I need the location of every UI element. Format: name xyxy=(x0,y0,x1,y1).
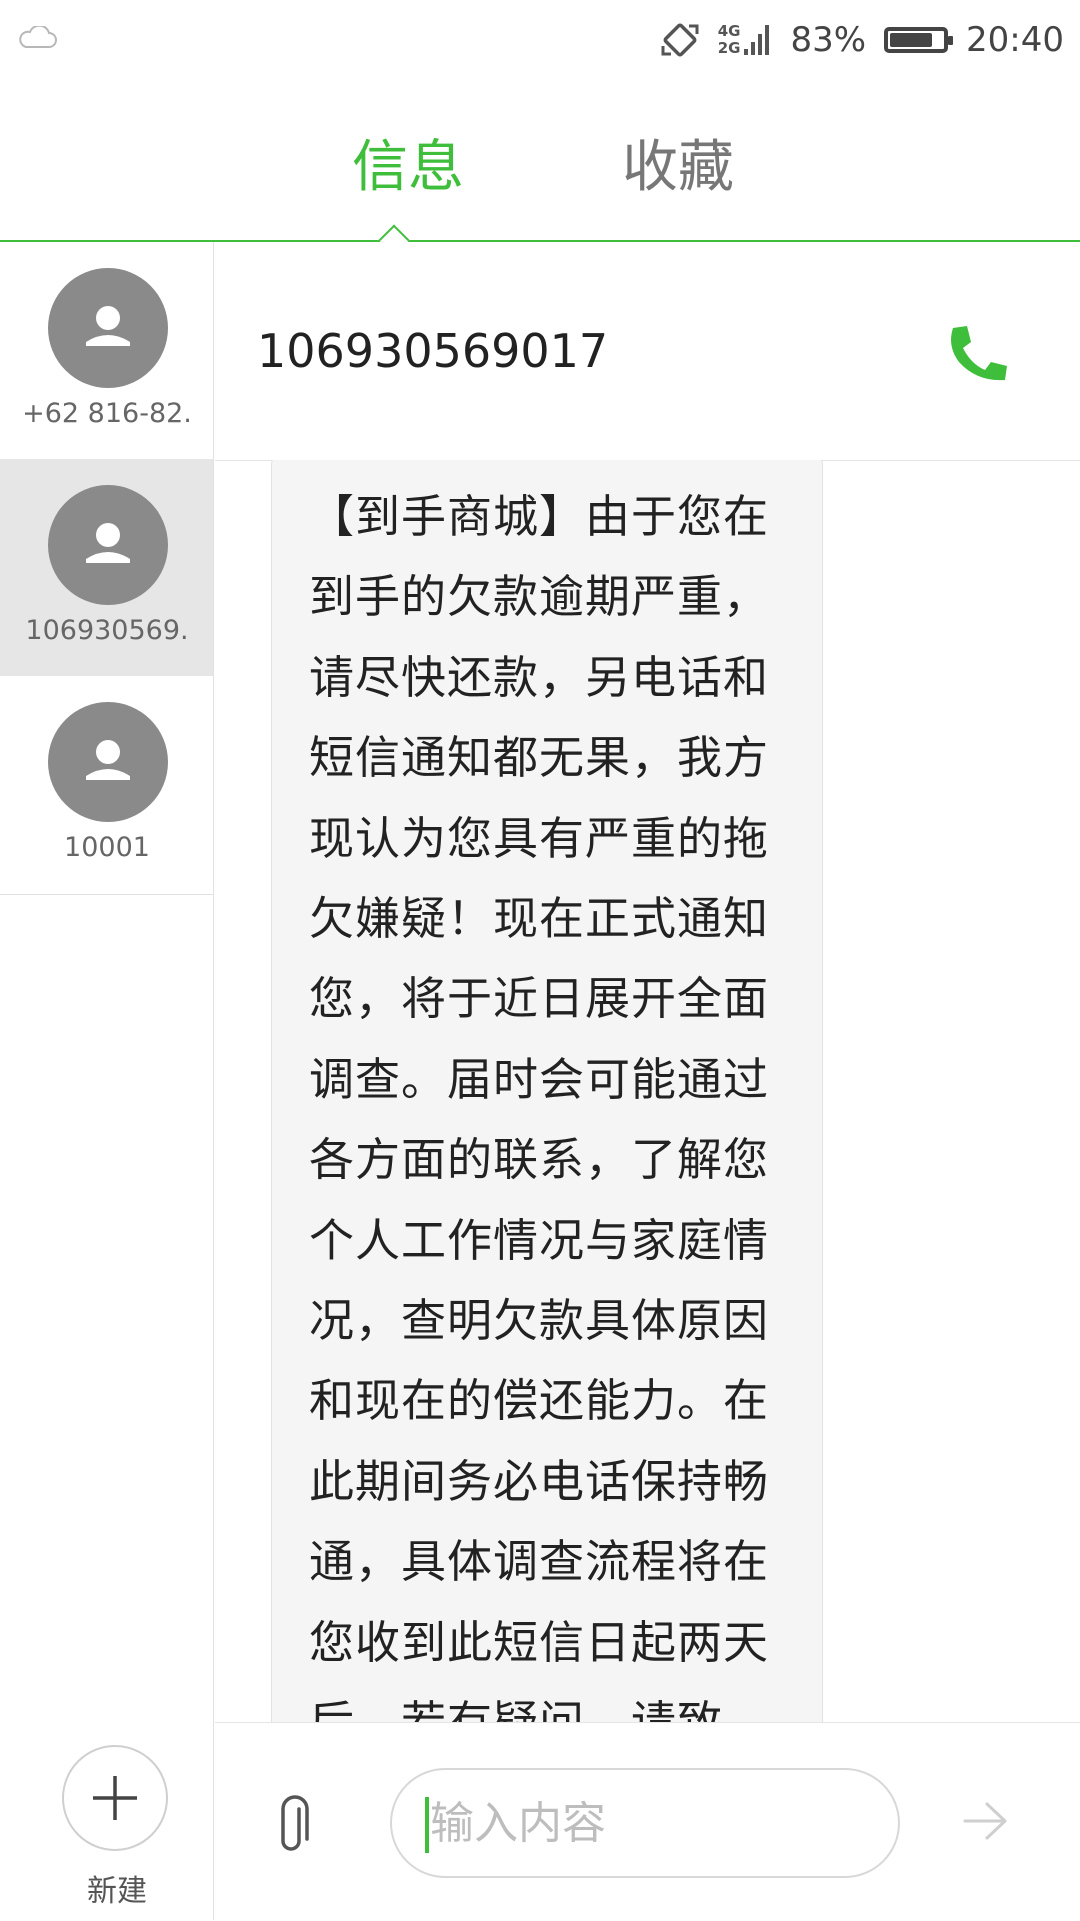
status-bar: 4G 2G 83% 20:40 xyxy=(0,0,1080,80)
cloud-icon xyxy=(19,26,57,48)
conversation-name: +62 816-82. xyxy=(22,398,192,429)
conversation-item[interactable]: +62 816-82. xyxy=(0,242,213,459)
avatar xyxy=(48,268,168,388)
tab-messages[interactable]: 信息 xyxy=(352,122,464,203)
battery-percent: 83% xyxy=(790,20,867,60)
person-icon xyxy=(86,306,130,346)
message-bubble[interactable]: 【到手商城】由于您在到手的欠款逾期严重，请尽快还款，另电话和短信通知都无果，我方… xyxy=(271,460,823,1722)
text-cursor xyxy=(425,1797,429,1853)
network-type-top: 4G xyxy=(717,22,741,40)
network-type-bottom: 2G xyxy=(717,39,741,57)
clock: 20:40 xyxy=(966,20,1064,60)
conversation-name: 106930569. xyxy=(25,615,189,646)
message-composer xyxy=(215,1722,1080,1921)
plus-icon xyxy=(93,1776,137,1820)
new-message-label: 新建 xyxy=(87,1874,147,1909)
person-icon xyxy=(86,740,130,780)
rotation-lock-icon xyxy=(661,23,699,57)
message-input[interactable] xyxy=(390,1768,900,1878)
tab-favorites[interactable]: 收藏 xyxy=(622,122,734,203)
phone-icon[interactable] xyxy=(945,322,1011,388)
conversation-header: 106930569017 xyxy=(215,242,1080,461)
avatar xyxy=(48,702,168,822)
avatar xyxy=(48,485,168,605)
signal-icon xyxy=(744,25,770,55)
signal-indicator: 4G 2G xyxy=(718,23,773,57)
conversation-title: 106930569017 xyxy=(257,324,609,378)
person-icon xyxy=(86,523,130,563)
message-thread[interactable]: 【到手商城】由于您在到手的欠款逾期严重，请尽快还款，另电话和短信通知都无果，我方… xyxy=(215,460,1080,1722)
send-arrow-icon[interactable] xyxy=(963,1801,1009,1841)
list-divider xyxy=(0,894,214,895)
conversation-list: +62 816-82. 106930569. 10001 xyxy=(0,242,214,1920)
conversation-item[interactable]: 10001 xyxy=(0,676,213,893)
tab-bar: 信息 收藏 xyxy=(0,80,1080,256)
conversation-name: 10001 xyxy=(64,832,150,863)
conversation-item-selected[interactable]: 106930569. xyxy=(0,459,213,676)
battery-icon xyxy=(884,27,954,53)
paperclip-icon[interactable] xyxy=(273,1795,317,1857)
new-message-button[interactable] xyxy=(62,1745,168,1851)
